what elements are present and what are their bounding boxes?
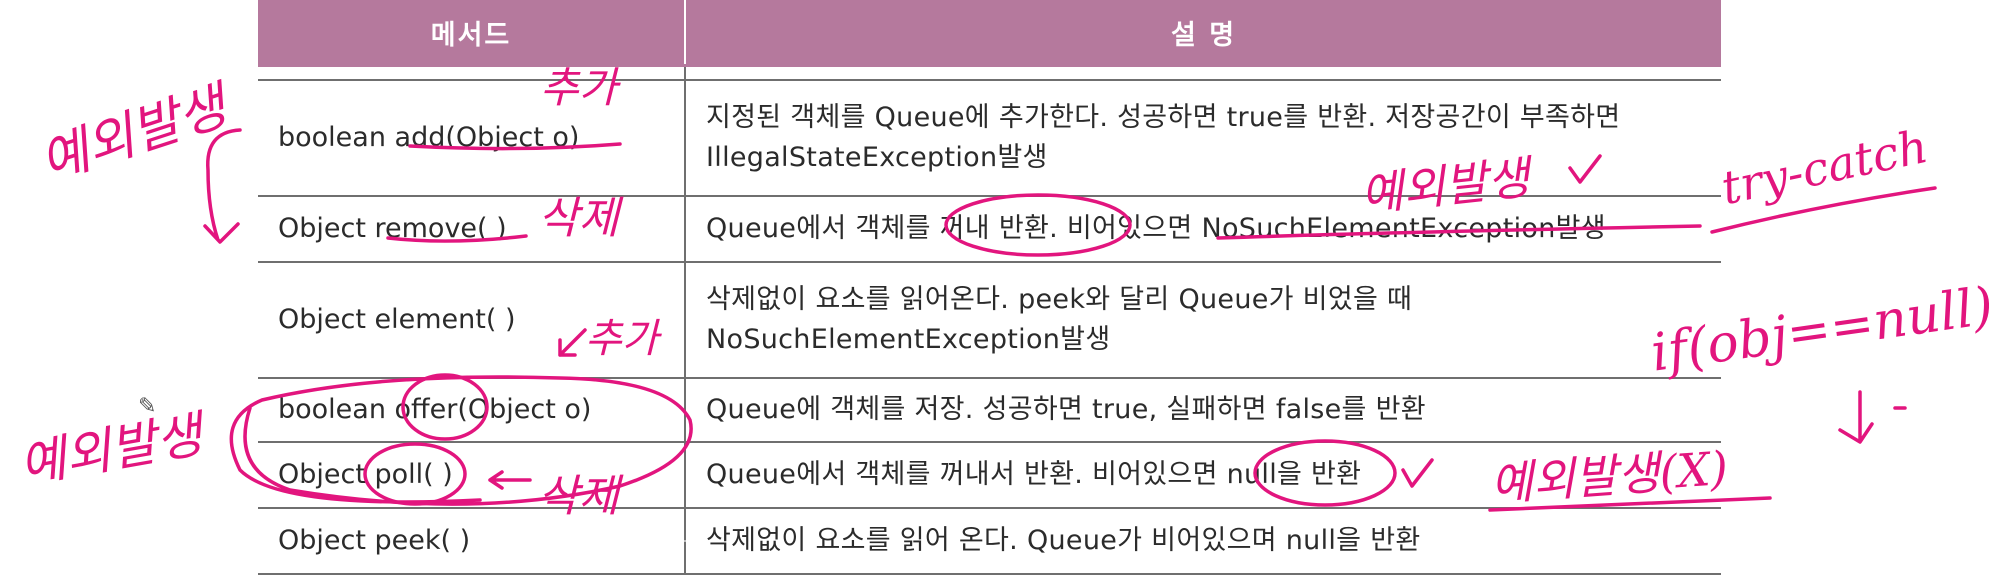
video-time-left: 15:1 <box>635 520 689 548</box>
header-method: 메서드 <box>258 0 686 66</box>
description-cell-offer: Queue에 객체를 저장. 성공하면 true, 실패하면 false를 반환 <box>685 378 1721 443</box>
method-cell-remove: Object remove( ) <box>258 196 686 263</box>
description-cell-element: 삭제없이 요소를 읽어온다. peek와 달리 Queue가 비었을 때 NoS… <box>685 262 1721 379</box>
header-spacer <box>258 64 1721 81</box>
video-time-right: 11:16 <box>1538 520 1608 548</box>
note-try-catch: try-catch <box>1716 118 1933 216</box>
note-left-top: 예외발생 <box>33 76 234 193</box>
method-cell-peek: Object peek( ) <box>258 508 686 575</box>
note-offer: 추가 <box>585 316 659 362</box>
method-cell-add: boolean add(Object o) <box>258 80 686 197</box>
table-header-row: 메서드 설 명 <box>258 0 1721 66</box>
pencil-cursor-icon: ✎ <box>138 394 157 419</box>
table-row: boolean offer(Object o) Queue에 객체를 저장. 성… <box>258 378 1721 443</box>
note-add: 추가 <box>540 63 618 112</box>
method-cell-poll: Object poll( ) <box>258 442 686 509</box>
method-cell-offer: boolean offer(Object o) <box>258 378 686 443</box>
left-bracket-arrow <box>203 128 242 244</box>
description-cell-add: 지정된 객체를 Queue에 추가한다. 성공하면 true를 반환. 저장공간… <box>685 80 1721 197</box>
header-description: 설 명 <box>685 0 1721 66</box>
note-remove: 삭제 <box>538 193 619 244</box>
arrow-if-null <box>1838 390 1907 444</box>
note-poll: 삭제 <box>538 471 619 522</box>
note-left-bottom: 예외발생 <box>15 405 207 495</box>
chapter-badge[interactable]: 15 <box>524 518 564 558</box>
table-row: Object element( ) 삭제없이 요소를 읽어온다. peek와 달… <box>258 262 1721 379</box>
description-cell-remove: Queue에서 객체를 꺼내 반환. 비어있으면 NoSuchElementEx… <box>685 196 1721 263</box>
table-row: Object peek( ) 삭제없이 요소를 읽어 온다. Queue가 비어… <box>258 508 1721 575</box>
